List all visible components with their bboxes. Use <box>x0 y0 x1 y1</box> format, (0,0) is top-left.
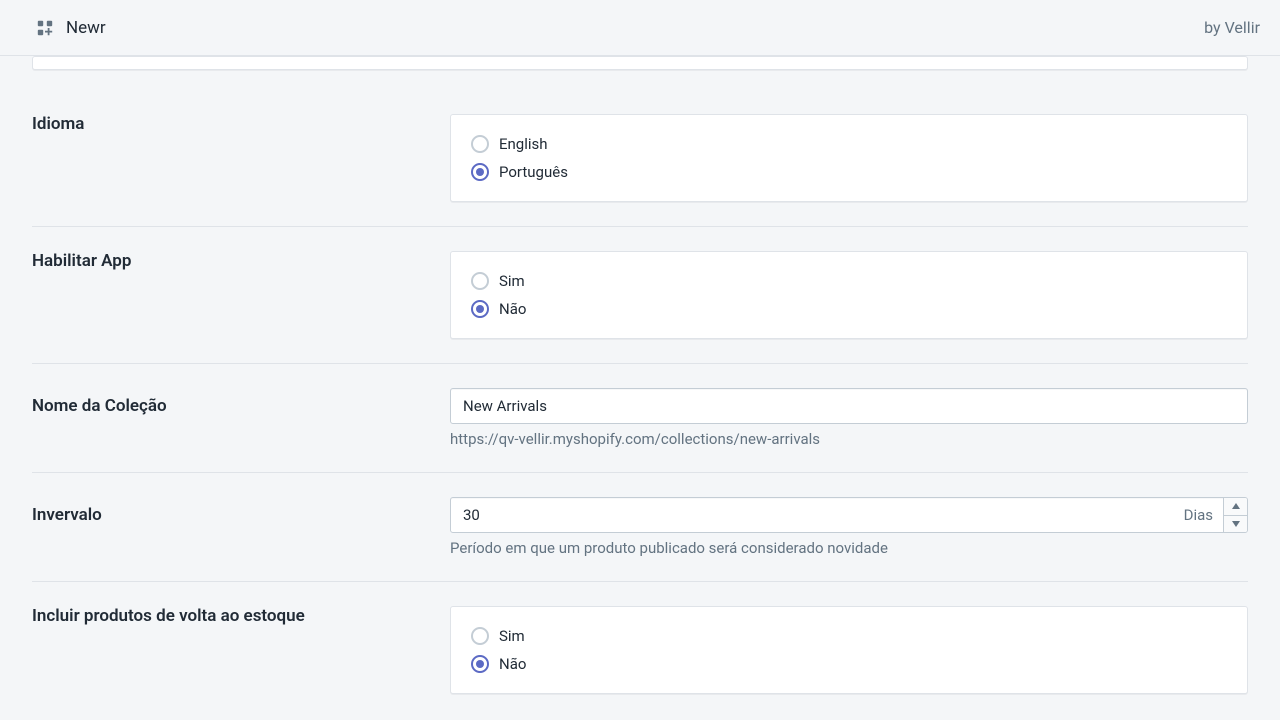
section-title-wrapper: Habilitar App <box>32 251 450 339</box>
radio-portugues[interactable]: Português <box>471 163 1227 181</box>
step-down-button[interactable] <box>1224 516 1247 533</box>
caret-up-icon <box>1232 503 1240 509</box>
interval-input-wrapper: Dias <box>450 497 1248 533</box>
section-body: English Português <box>450 114 1248 202</box>
apps-icon <box>36 19 54 37</box>
content: Idioma English Português Habilitar App <box>0 56 1280 694</box>
radio-label: Não <box>499 655 526 673</box>
section-body: Sim Não <box>450 251 1248 339</box>
radio-icon <box>471 627 489 645</box>
radio-label: Português <box>499 163 568 181</box>
radio-icon <box>471 272 489 290</box>
interval-helper: Período em que um produto publicado será… <box>450 539 1248 557</box>
section-incluir: Incluir produtos de volta ao estoque Sim… <box>32 606 1248 694</box>
section-title-wrapper: Idioma <box>32 114 450 202</box>
previous-card-edge <box>32 56 1248 70</box>
topbar: Newr by Vellir <box>0 0 1280 56</box>
radio-icon <box>471 135 489 153</box>
radio-icon <box>471 163 489 181</box>
section-title: Incluir produtos de volta ao estoque <box>32 606 450 626</box>
stepper <box>1223 498 1247 532</box>
radio-sim[interactable]: Sim <box>471 272 1227 290</box>
section-title: Habilitar App <box>32 251 450 271</box>
collection-name-input[interactable] <box>450 388 1248 424</box>
section-title-wrapper: Nome da Coleção <box>32 388 450 448</box>
vendor-label: by Vellir <box>1204 18 1260 37</box>
section-colecao: Nome da Coleção https://qv-vellir.myshop… <box>32 388 1248 473</box>
radio-sim[interactable]: Sim <box>471 627 1227 645</box>
idioma-card: English Português <box>450 114 1248 202</box>
app-name: Newr <box>66 18 106 38</box>
radio-nao[interactable]: Não <box>471 300 1227 318</box>
section-body: https://qv-vellir.myshopify.com/collecti… <box>450 388 1248 448</box>
radio-english[interactable]: English <box>471 135 1227 153</box>
radio-label: Sim <box>499 272 525 290</box>
section-title-wrapper: Invervalo <box>32 497 450 557</box>
section-idioma: Idioma English Português <box>32 114 1248 227</box>
incluir-card: Sim Não <box>450 606 1248 694</box>
caret-down-icon <box>1232 521 1240 527</box>
section-body: Sim Não <box>450 606 1248 694</box>
habilitar-card: Sim Não <box>450 251 1248 339</box>
section-habilitar: Habilitar App Sim Não <box>32 251 1248 364</box>
section-body: Dias Período em que um produto publicado… <box>450 497 1248 557</box>
radio-label: Não <box>499 300 526 318</box>
section-title: Nome da Coleção <box>32 396 450 416</box>
interval-unit: Dias <box>1174 498 1223 532</box>
step-up-button[interactable] <box>1224 498 1247 516</box>
radio-nao[interactable]: Não <box>471 655 1227 673</box>
interval-input[interactable] <box>451 498 1174 532</box>
radio-label: Sim <box>499 627 525 645</box>
topbar-left: Newr <box>36 18 106 38</box>
radio-icon <box>471 655 489 673</box>
collection-url-helper: https://qv-vellir.myshopify.com/collecti… <box>450 430 1248 448</box>
section-title: Invervalo <box>32 505 450 525</box>
radio-label: English <box>499 135 548 153</box>
section-intervalo: Invervalo Dias Período em que um produto… <box>32 497 1248 582</box>
section-title-wrapper: Incluir produtos de volta ao estoque <box>32 606 450 694</box>
section-title: Idioma <box>32 114 450 134</box>
radio-icon <box>471 300 489 318</box>
